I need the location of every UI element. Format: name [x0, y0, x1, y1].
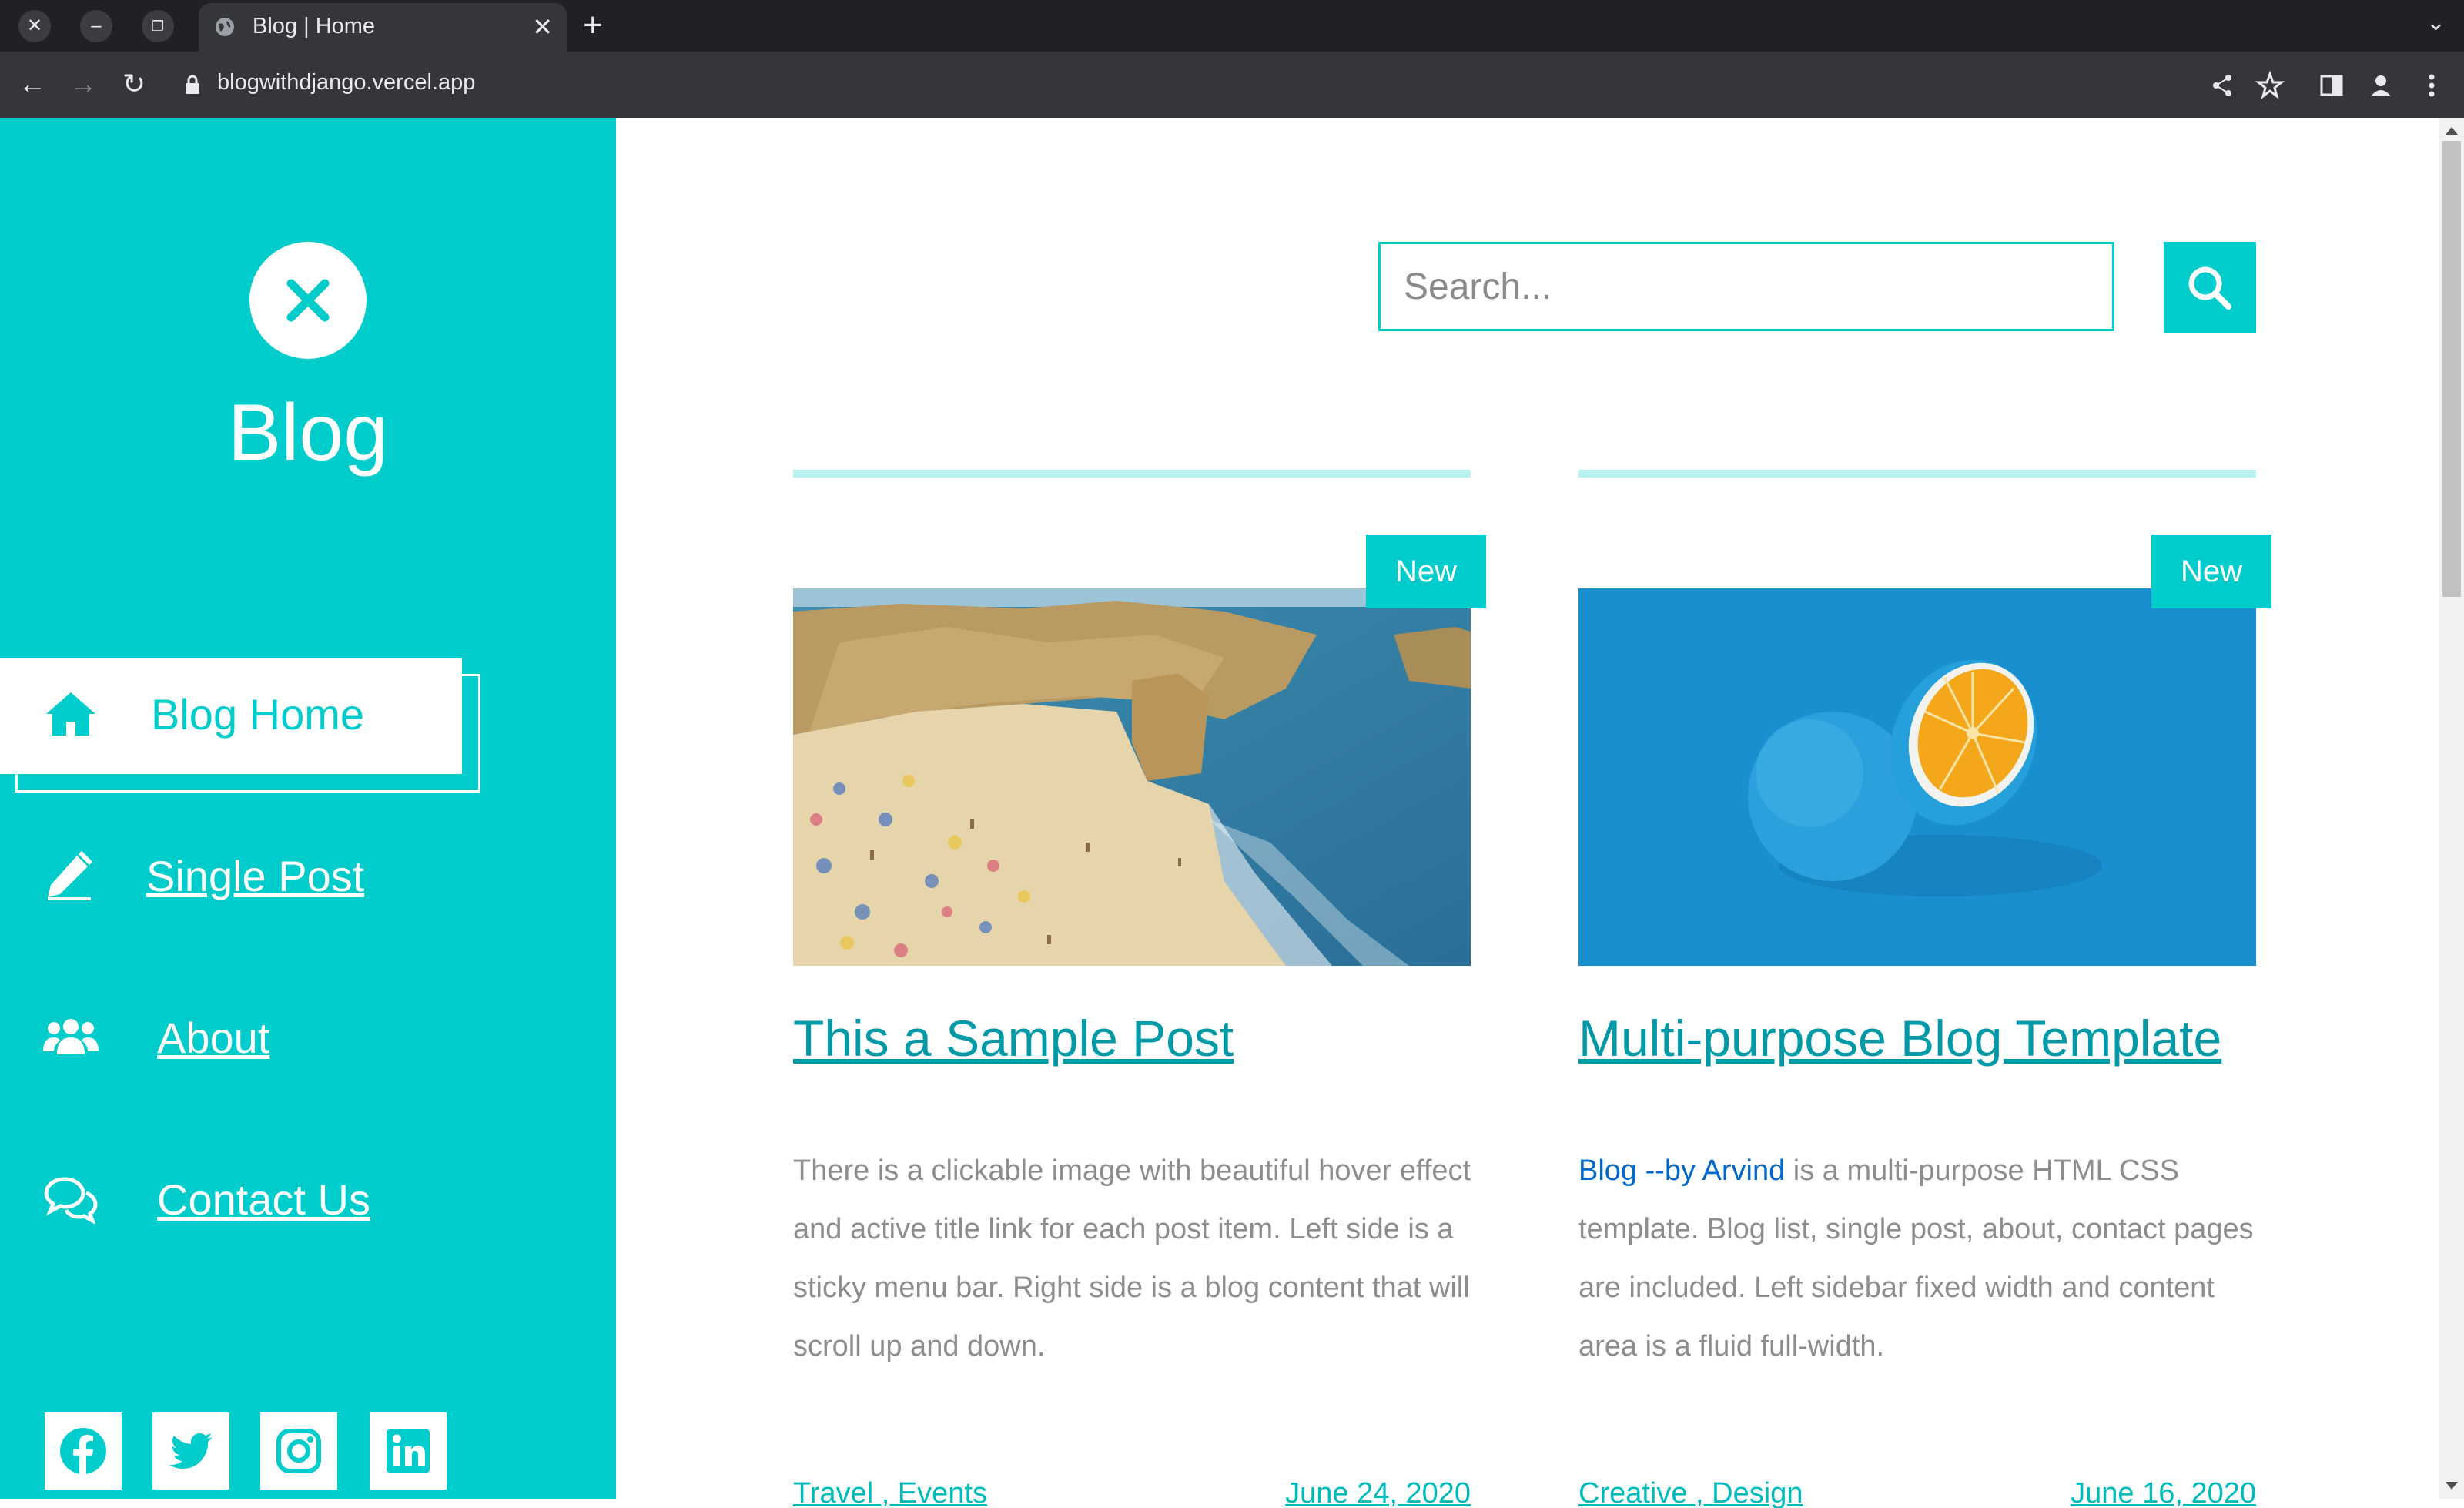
- tab-search-icon[interactable]: ⌄: [2426, 9, 2446, 36]
- tab-title: Blog | Home: [253, 14, 376, 39]
- users-icon: [43, 1019, 99, 1054]
- post-excerpt: Blog --by Arvind is a multi-purpose HTML…: [1578, 1141, 2272, 1376]
- post-title-link[interactable]: Multi-purpose Blog Template: [1578, 1009, 2221, 1067]
- new-badge: New: [1366, 535, 1486, 608]
- window-minimize-icon[interactable]: –: [80, 10, 112, 42]
- browser-toolbar: ← → ↻ blogwithdjango.vercel.app: [0, 52, 2464, 118]
- linkedin-icon: [387, 1429, 430, 1473]
- address-bar[interactable]: blogwithdjango.vercel.app: [217, 70, 475, 96]
- home-icon: [46, 692, 95, 736]
- twitter-icon: [169, 1433, 213, 1469]
- window-close-icon[interactable]: ✕: [18, 10, 51, 42]
- nav-item-single-post[interactable]: Single Post: [0, 820, 477, 936]
- search-input[interactable]: [1378, 242, 2114, 331]
- menu-close-button[interactable]: [249, 242, 367, 359]
- window-restore-icon[interactable]: ❐: [142, 10, 174, 42]
- nav-item-contact-us[interactable]: Contact Us: [0, 1144, 477, 1259]
- nav-item-about[interactable]: About: [0, 982, 477, 1097]
- post-tags[interactable]: Travel , Events: [793, 1477, 987, 1508]
- share-icon[interactable]: [2207, 70, 2238, 101]
- post-date[interactable]: June 24, 2020: [1285, 1477, 1471, 1508]
- instagram-icon: [276, 1429, 321, 1473]
- nav-label-about: About: [157, 1014, 270, 1062]
- post-date[interactable]: June 16, 2020: [2071, 1477, 2256, 1508]
- side-panel-icon[interactable]: [2316, 70, 2347, 101]
- sidebar: Blog Blog Home Single Post About Contact…: [0, 118, 616, 1499]
- scroll-down-arrow-icon[interactable]: [2446, 1482, 2458, 1490]
- twitter-link[interactable]: [152, 1412, 229, 1490]
- scrollbar-thumb[interactable]: [2442, 141, 2461, 597]
- forward-icon[interactable]: →: [63, 64, 103, 104]
- bookmark-star-icon[interactable]: [2255, 70, 2285, 101]
- new-badge: New: [2151, 535, 2272, 608]
- comments-icon: [44, 1177, 98, 1224]
- search-button[interactable]: [2164, 242, 2256, 333]
- post-card: New This a Sample Post There is a clicka…: [793, 470, 1486, 1508]
- nav-label-single-post: Single Post: [146, 852, 365, 900]
- lock-icon[interactable]: [183, 75, 202, 95]
- post-meta: Creative , Design June 16, 2020: [1578, 1477, 2256, 1508]
- page-scrollbar[interactable]: [2439, 118, 2464, 1499]
- search-icon: [2188, 266, 2231, 310]
- globe-icon: [216, 18, 234, 36]
- back-icon[interactable]: ←: [12, 64, 52, 104]
- post-image-beach[interactable]: [793, 588, 1471, 966]
- browser-tab[interactable]: Blog | Home ✕: [199, 3, 567, 52]
- instagram-link[interactable]: [260, 1412, 337, 1490]
- post-tags[interactable]: Creative , Design: [1578, 1477, 1803, 1508]
- post-meta: Travel , Events June 24, 2020: [793, 1477, 1471, 1508]
- post-divider: [1578, 470, 2256, 478]
- close-icon: [286, 279, 330, 322]
- site-title: Blog: [227, 388, 389, 478]
- post-image-orange[interactable]: [1578, 588, 2256, 966]
- profile-icon[interactable]: [2365, 70, 2396, 101]
- linkedin-link[interactable]: [370, 1412, 447, 1490]
- tab-close-icon[interactable]: ✕: [532, 12, 553, 42]
- post-excerpt: There is a clickable image with beautifu…: [793, 1154, 1471, 1362]
- post-divider: [793, 470, 1471, 478]
- post-title-link[interactable]: This a Sample Post: [793, 1009, 1234, 1067]
- nav-label-blog-home: Blog Home: [151, 690, 365, 739]
- nav-label-contact-us: Contact Us: [157, 1175, 370, 1224]
- author-link[interactable]: Blog --by Arvind: [1578, 1154, 1785, 1187]
- browser-tab-bar: ✕ – ❐ Blog | Home ✕ + ⌄: [0, 0, 2464, 52]
- pen-icon: [48, 851, 93, 900]
- new-tab-icon[interactable]: +: [583, 6, 603, 45]
- post-card: New Multi-purpose Blog Template Blog --b…: [1578, 470, 2272, 1508]
- facebook-link[interactable]: [45, 1412, 122, 1490]
- nav-item-blog-home[interactable]: Blog Home: [0, 658, 477, 774]
- reload-icon[interactable]: ↻: [114, 64, 154, 104]
- scroll-up-arrow-icon[interactable]: [2446, 127, 2458, 135]
- facebook-icon: [60, 1428, 106, 1474]
- menu-kebab-icon[interactable]: [2416, 70, 2447, 101]
